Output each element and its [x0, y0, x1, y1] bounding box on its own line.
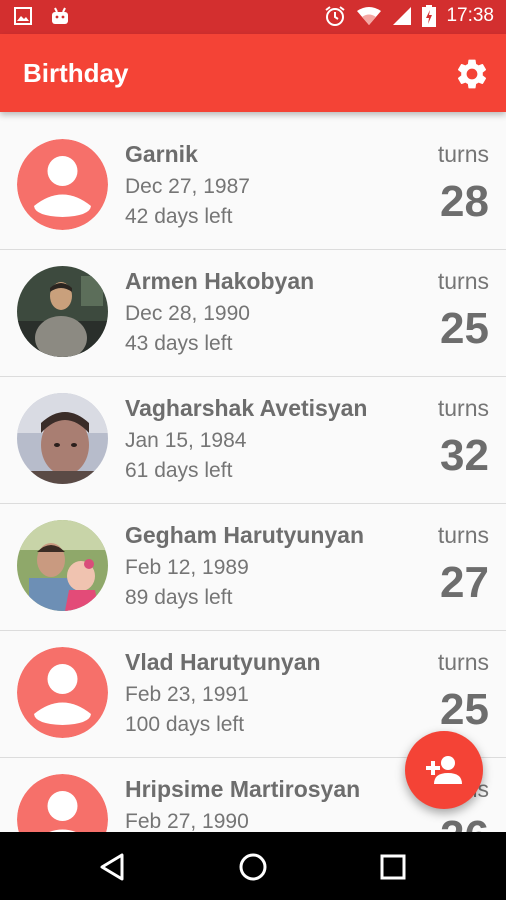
- contact-photo: [17, 393, 108, 484]
- contact-name: Garnik: [125, 141, 198, 167]
- days-left: 61 days left: [125, 459, 233, 482]
- android-notification-icon: [52, 7, 68, 24]
- avatar: [17, 266, 108, 357]
- age-value: 25: [440, 304, 489, 353]
- birth-date: Feb 12, 1989: [125, 556, 249, 579]
- image-notification-icon: [14, 7, 32, 25]
- settings-icon: [457, 59, 487, 89]
- turns-label: turns: [437, 649, 489, 675]
- list-item[interactable]: Armen Hakobyan Dec 28, 1990 43 days left…: [0, 249, 506, 377]
- home-icon: [239, 853, 267, 881]
- contact-photo: [17, 266, 108, 357]
- contact-name: Vlad Harutyunyan: [125, 649, 321, 675]
- person-placeholder-icon: [17, 647, 108, 738]
- avatar: [17, 774, 108, 832]
- avatar: [17, 520, 108, 611]
- list-item[interactable]: Garnik Dec 27, 1987 42 days left turns 2…: [0, 122, 506, 250]
- contact-photo: [17, 520, 108, 611]
- avatar: [17, 139, 108, 230]
- add-contact-button[interactable]: [405, 731, 483, 809]
- home-button[interactable]: [236, 850, 270, 884]
- birth-date: Jan 15, 1984: [125, 429, 247, 452]
- list-item[interactable]: Vagharshak Avetisyan Jan 15, 1984 61 day…: [0, 376, 506, 504]
- status-bar: 17:38: [0, 0, 506, 34]
- person-placeholder-icon: [17, 774, 108, 832]
- days-left: 42 days left: [125, 205, 233, 228]
- age-value: 25: [440, 685, 489, 734]
- list-item[interactable]: Gegham Harutyunyan Feb 12, 1989 89 days …: [0, 503, 506, 631]
- recents-button[interactable]: [376, 850, 410, 884]
- age-value: 28: [440, 177, 489, 226]
- avatar: [17, 647, 108, 738]
- contact-name: Vagharshak Avetisyan: [125, 395, 368, 421]
- turns-label: turns: [437, 268, 489, 294]
- settings-button[interactable]: [454, 56, 490, 92]
- turns-label: turns: [437, 395, 489, 421]
- clock-time: 17:38: [446, 5, 494, 26]
- age-value: 32: [440, 431, 489, 480]
- days-left: 43 days left: [125, 332, 233, 355]
- birth-date: Feb 27, 1990: [125, 810, 249, 832]
- recents-icon: [380, 854, 406, 880]
- turns-label: turns: [437, 141, 489, 167]
- app-title: Birthday: [23, 58, 129, 88]
- add-person-icon: [426, 756, 462, 784]
- back-icon: [100, 853, 124, 881]
- avatar: [17, 393, 108, 484]
- turns-label: turns: [437, 522, 489, 548]
- age-value: 26: [440, 812, 489, 832]
- back-button[interactable]: [96, 850, 130, 884]
- birth-date: Dec 28, 1990: [125, 302, 250, 325]
- contact-name: Hripsime Martirosyan: [125, 776, 361, 802]
- wifi-icon: [357, 7, 382, 25]
- age-value: 27: [440, 558, 489, 607]
- alarm-icon: [325, 6, 346, 26]
- battery-charging-icon: [422, 5, 437, 27]
- navigation-bar: [0, 832, 506, 900]
- days-left: 100 days left: [125, 713, 245, 736]
- days-left: 89 days left: [125, 586, 233, 609]
- app-bar: Birthday: [0, 34, 506, 112]
- birth-date: Dec 27, 1987: [125, 175, 250, 198]
- signal-icon: [393, 7, 412, 25]
- contact-name: Armen Hakobyan: [125, 268, 315, 294]
- birthday-list[interactable]: Garnik Dec 27, 1987 42 days left turns 2…: [0, 112, 506, 832]
- birth-date: Feb 23, 1991: [125, 683, 249, 706]
- person-placeholder-icon: [17, 139, 108, 230]
- contact-name: Gegham Harutyunyan: [125, 522, 364, 548]
